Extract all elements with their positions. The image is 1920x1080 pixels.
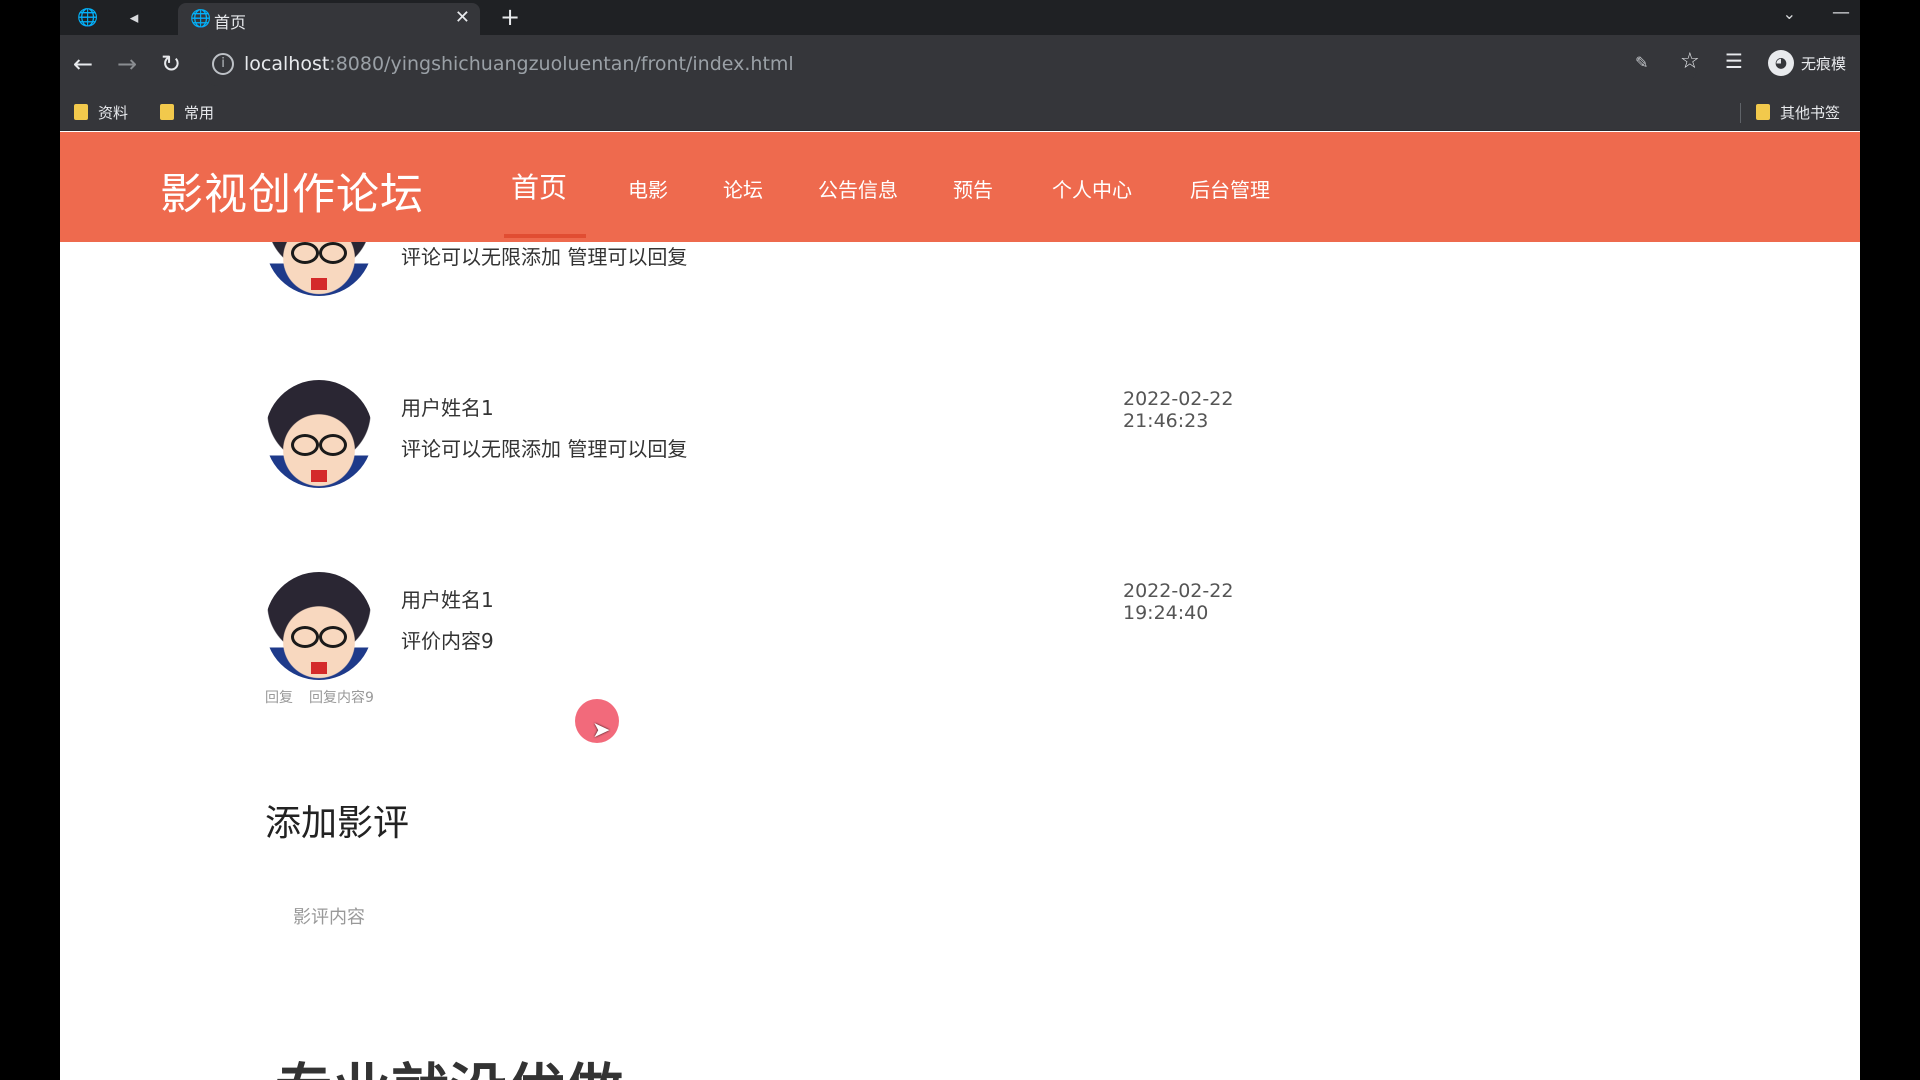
review-text: 评论可以无限添加 管理可以回复 [401,437,688,461]
url-text[interactable]: localhost:8080/yingshichuangzuoluentan/f… [244,53,794,75]
nav-announcements[interactable]: 公告信息 [818,174,898,203]
review-text: 评价内容9 [401,629,494,653]
reply-label: 回复 [265,690,293,706]
review-text: 评论可以无限添加 管理可以回复 [401,245,688,269]
nav-profile[interactable]: 个人中心 [1052,174,1132,203]
folder-icon [74,104,88,120]
new-tab-icon[interactable]: + [500,4,520,30]
section-heading: 专业就没优做 [275,1044,623,1080]
address-bar[interactable]: i localhost:8080/yingshichuangzuoluentan… [198,44,1698,86]
folder-icon [160,104,174,120]
bookmark-label: 常用 [184,104,215,122]
nav-trailers[interactable]: 预告 [953,174,993,203]
extension-icon[interactable]: ✎ [1635,53,1648,72]
review-timestamp: 2022-02-22 21:46:23 [1123,388,1234,432]
bookmark-label: 其他书签 [1780,104,1841,122]
site-header: 影视创作论坛 首页 电影 论坛 公告信息 预告 个人中心 后台管理 [60,132,1860,242]
url-host: localhost [244,53,330,75]
tab-close-icon[interactable]: ✕ [455,7,470,29]
reading-list-icon[interactable]: ☰ [1725,49,1743,73]
bookmarks-divider [1740,103,1741,123]
other-bookmarks[interactable]: 其他书签 [1756,101,1840,125]
nav-forum[interactable]: 论坛 [723,174,763,203]
review-item: 用户姓名1 评论可以无限添加 管理可以回复 2022-02-22 21:46:2… [265,380,1315,500]
profile-label[interactable]: 无痕模 [1801,53,1846,74]
page-viewport: 影视创作论坛 首页 电影 论坛 公告信息 预告 个人中心 后台管理 评论可以无限… [60,132,1860,1080]
reply-content: 回复内容9 [309,690,374,706]
active-tab[interactable]: 🌐 首页 ✕ [178,3,480,35]
site-title[interactable]: 影视创作论坛 [160,160,424,222]
back-icon[interactable]: ← [68,49,98,79]
user-avatar [265,572,373,680]
browser-window: 🌐 ◂ 🌐 首页 ✕ + ⌄ — ← → ↻ i localhost:8080/… [60,0,1860,1080]
forward-icon[interactable]: → [112,49,142,79]
review-item: 用户姓名1 评价内容9 2022-02-22 19:24:40 回复 回复内容9 [265,572,1315,706]
bookmark-folder-changyong[interactable]: 常用 [160,101,214,125]
nav-admin[interactable]: 后台管理 [1190,174,1270,203]
bookmark-folder-ziliao[interactable]: 资料 [74,101,128,125]
bookmark-star-icon[interactable]: ☆ [1680,49,1700,74]
minimize-icon[interactable]: — [1832,2,1850,23]
active-nav-indicator [504,234,586,238]
incognito-profile-icon[interactable]: ◕ [1768,50,1794,76]
browser-globe-icon[interactable]: 🌐 [74,4,102,32]
review-timestamp: 2022-02-22 19:24:40 [1123,580,1234,624]
tab-strip: 🌐 ◂ 🌐 首页 ✕ + ⌄ — [60,0,1860,35]
browser-toolbar: ← → ↻ i localhost:8080/yingshichuangzuol… [60,35,1860,95]
review-content-input[interactable] [265,887,965,947]
site-info-icon[interactable]: i [212,53,234,75]
mouse-pointer-icon: ➤ [592,718,611,743]
url-path: :8080/yingshichuangzuoluentan/front/inde… [329,53,794,75]
user-avatar [265,380,373,488]
nav-movies[interactable]: 电影 [628,174,668,203]
review-reply: 回复 回复内容9 [265,687,390,707]
review-username: 用户姓名1 [401,588,494,612]
tab-search-icon[interactable]: ⌄ [1783,4,1796,23]
add-review-heading: 添加影评 [265,803,410,844]
nav-home[interactable]: 首页 [511,166,567,206]
folder-icon [1756,104,1770,120]
tab-title: 首页 [214,13,247,32]
mute-icon[interactable]: ◂ [120,4,148,32]
bookmarks-bar: 资料 常用 其他书签 [60,95,1860,131]
review-username: 用户姓名1 [401,396,494,420]
bookmark-label: 资料 [98,104,129,122]
reload-icon[interactable]: ↻ [156,49,186,79]
tab-favicon-icon: 🌐 [190,9,212,29]
